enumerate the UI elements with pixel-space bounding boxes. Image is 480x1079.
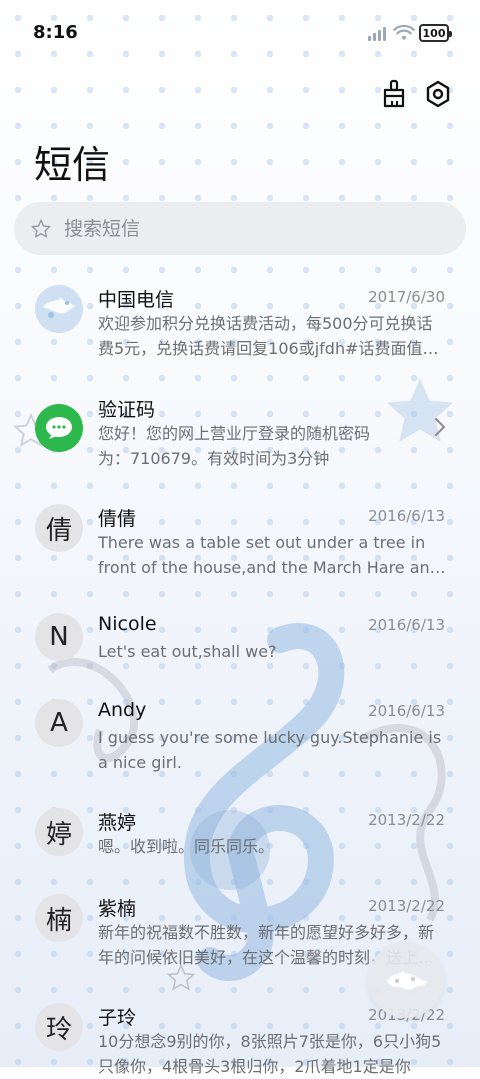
message-date: 2013/2/22 (368, 897, 445, 915)
contact-avatar: 倩 (35, 504, 83, 552)
message-preview: 嗯。收到啦。同乐同乐。 (98, 837, 275, 856)
cleanup-button[interactable] (377, 77, 411, 111)
clock: 8:16 (33, 22, 78, 43)
compose-icon (387, 971, 427, 990)
search-bar[interactable] (14, 202, 466, 255)
contact-name: 燕婷 (98, 812, 137, 834)
contact-name: 紫楠 (98, 898, 137, 920)
message-icon (46, 417, 72, 439)
conversation-row[interactable]: A Andy 2016/6/13 I guess you're some luc… (0, 699, 480, 779)
contact-name: Nicole (98, 613, 157, 635)
conversation-row[interactable]: 婷 燕婷 2013/2/22 嗯。收到啦。同乐同乐。 (0, 808, 480, 868)
conversation-row[interactable]: 验证码 您好！您的网上营业厅登录的随机密码为：710679。有效时间为3分钟 (0, 395, 480, 475)
contact-avatar: N (35, 613, 83, 661)
status-bar: 8:16 100 (0, 0, 480, 66)
message-date: 2016/6/13 (368, 507, 445, 525)
star-icon (31, 219, 51, 238)
signal-icon (368, 27, 387, 41)
conversation-row[interactable]: 倩 倩倩 2016/6/13 There was a table set out… (0, 504, 480, 584)
contact-avatar (35, 285, 83, 333)
settings-icon (426, 80, 450, 108)
page-title: 短信 (34, 143, 111, 187)
battery-indicator: 100 (419, 24, 452, 42)
contact-avatar: 玲 (35, 1003, 83, 1051)
broom-icon (383, 79, 405, 108)
message-preview: 欢迎参加积分兑换话费活动，每500分可兑换话费5元，兑换话费请回复106或jfd… (98, 314, 439, 358)
contact-name: 中国电信 (98, 289, 175, 311)
wifi-icon (393, 24, 415, 41)
message-date: 2016/6/13 (368, 616, 445, 634)
message-date: 2017/6/30 (368, 288, 445, 306)
contact-name: Andy (98, 699, 147, 721)
contact-avatar (35, 404, 83, 452)
contact-avatar: A (35, 699, 83, 747)
contact-name: 子玲 (98, 1007, 137, 1029)
contact-avatar: 楠 (35, 894, 83, 942)
message-preview: Let's eat out,shall we? (98, 642, 277, 661)
conversation-row[interactable]: 中国电信 2017/6/30 欢迎参加积分兑换话费活动，每500分可兑换话费5元… (0, 285, 480, 375)
contact-name: 倩倩 (98, 508, 137, 530)
search-input[interactable] (62, 216, 426, 241)
compose-button[interactable] (368, 942, 444, 1018)
avatar-image-icon (35, 285, 83, 333)
message-preview: I guess you're some lucky guy.Stephanie … (98, 728, 442, 772)
message-preview: There was a table set out under a tree i… (98, 533, 440, 577)
conversation-row[interactable]: N Nicole 2016/6/13 Let's eat out,shall w… (0, 613, 480, 673)
chevron-right-icon (435, 418, 445, 436)
settings-button[interactable] (421, 77, 455, 111)
contact-avatar: 婷 (35, 808, 83, 856)
message-date: 2013/2/22 (368, 811, 445, 829)
message-date: 2016/6/13 (368, 702, 445, 720)
contact-name: 验证码 (98, 399, 156, 421)
message-preview: 10分想念9别的你，8张照片7张是你，6只小狗5只像你，4根骨头3根归你，2爪着… (98, 1032, 442, 1076)
message-preview: 您好！您的网上营业厅登录的随机密码为：710679。有效时间为3分钟 (98, 424, 371, 468)
